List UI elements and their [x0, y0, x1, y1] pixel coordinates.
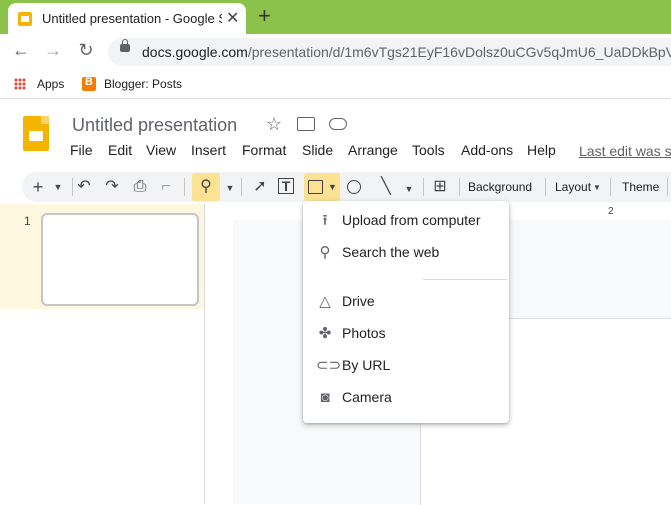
select-cursor-icon[interactable]: ➚ — [250, 178, 270, 196]
line-dropdown-icon[interactable]: ▼ — [399, 180, 419, 198]
text-box-icon[interactable]: T — [278, 178, 294, 194]
back-button[interactable]: ← — [9, 40, 33, 61]
menu-slide[interactable]: Slide — [302, 142, 333, 158]
link-icon: ⊂⊃ — [316, 357, 342, 374]
menu-tools[interactable]: Tools — [412, 142, 445, 158]
tab-close-icon[interactable]: ✕ — [226, 8, 239, 28]
menu-file[interactable]: File — [70, 142, 93, 158]
menu-item-label: Search the web — [342, 244, 440, 260]
move-folder-icon[interactable] — [297, 117, 315, 131]
menu-item-camera[interactable]: ◙ Camera — [303, 383, 509, 415]
bookmark-apps[interactable]: Apps — [37, 77, 64, 91]
theme-button[interactable]: Theme — [622, 180, 659, 194]
undo-icon[interactable]: ↶ — [74, 178, 94, 196]
menu-addons[interactable]: Add-ons — [461, 142, 513, 158]
forward-button[interactable]: → — [41, 40, 65, 61]
menu-item-upload[interactable]: ⭱ Upload from computer — [303, 206, 509, 238]
menu-view[interactable]: View — [146, 142, 176, 158]
browser-tab[interactable]: Untitled presentation - Google Sl ✕ — [8, 3, 246, 34]
toolbar-divider — [184, 178, 185, 196]
slide-number: 1 — [24, 214, 31, 228]
toolbar-divider — [459, 178, 460, 196]
background-button[interactable]: Background — [468, 180, 532, 194]
print-icon[interactable]: ⎙ — [130, 178, 150, 196]
slide-thumbnail[interactable] — [41, 213, 199, 306]
menu-item-label: Camera — [342, 389, 392, 405]
reload-button[interactable]: ↻ — [74, 40, 98, 61]
new-slide-icon[interactable]: + — [28, 178, 48, 196]
toolbar-divider — [241, 178, 242, 196]
search-icon: ⚲ — [319, 244, 331, 261]
tab-title: Untitled presentation - Google Sl — [42, 11, 222, 26]
bookmark-blogger[interactable]: Blogger: Posts — [104, 77, 182, 91]
toolbar-divider — [667, 178, 668, 196]
menu-item-by-url[interactable]: ⊂⊃ By URL — [303, 351, 509, 383]
layout-dropdown-icon[interactable]: ▼ — [593, 183, 601, 192]
toolbar-divider — [545, 178, 546, 196]
slides-favicon-icon — [18, 12, 32, 26]
menu-item-label: Drive — [342, 293, 375, 309]
lock-icon — [120, 39, 130, 52]
paint-format-icon[interactable]: ⌐ — [156, 178, 176, 196]
menu-item-label: Photos — [342, 325, 386, 341]
zoom-button[interactable]: ⚲ — [192, 173, 220, 201]
drive-icon: △ — [319, 293, 331, 310]
menu-insert[interactable]: Insert — [191, 142, 226, 158]
blogger-icon: B — [82, 76, 96, 91]
menu-divider — [423, 279, 507, 280]
cloud-status-icon[interactable] — [329, 118, 347, 130]
add-comment-icon[interactable]: ⊞ — [430, 178, 450, 196]
camera-icon: ◙ — [320, 389, 330, 406]
menu-edit[interactable]: Edit — [108, 142, 132, 158]
menu-item-photos[interactable]: ✤ Photos — [303, 319, 509, 351]
image-icon — [308, 180, 323, 194]
photos-icon: ✤ — [318, 325, 332, 342]
new-slide-dropdown-icon[interactable]: ▼ — [48, 178, 68, 196]
upload-icon: ⭱ — [322, 212, 328, 229]
menu-item-label: By URL — [342, 357, 391, 373]
insert-image-menu: ⭱ Upload from computer ⚲ Search the web … — [303, 201, 509, 423]
apps-grid-icon[interactable] — [14, 78, 26, 90]
toolbar-divider — [72, 178, 73, 196]
url-text: docs.google.com/presentation/d/1m6vTgs21… — [142, 44, 671, 60]
insert-image-button[interactable]: ▼ — [304, 173, 340, 201]
vertical-ruler — [220, 204, 234, 504]
zoom-icon: ⚲ — [200, 178, 212, 195]
menu-item-label: Upload from computer — [342, 212, 481, 228]
star-icon[interactable]: ☆ — [266, 114, 282, 135]
zoom-dropdown-icon[interactable]: ▼ — [220, 179, 240, 197]
menu-help[interactable]: Help — [527, 142, 556, 158]
toolbar-divider — [423, 178, 424, 196]
menu-format[interactable]: Format — [242, 142, 286, 158]
image-dropdown-icon: ▼ — [328, 182, 337, 192]
shape-icon[interactable] — [347, 180, 361, 194]
last-edit-link[interactable]: Last edit was s — [579, 143, 671, 159]
new-tab-button[interactable]: + — [258, 4, 271, 28]
menu-item-drive[interactable]: △ Drive — [303, 287, 509, 319]
bookmarks-bar — [0, 70, 671, 99]
redo-icon[interactable]: ↷ — [102, 178, 122, 196]
line-icon[interactable]: ╲ — [376, 178, 396, 196]
ruler-mark: 2 — [608, 206, 614, 217]
document-title[interactable]: Untitled presentation — [72, 115, 237, 136]
toolbar-divider — [610, 178, 611, 196]
address-bar[interactable]: docs.google.com/presentation/d/1m6vTgs21… — [108, 38, 671, 66]
menu-item-search-web[interactable]: ⚲ Search the web — [303, 238, 509, 270]
menu-arrange[interactable]: Arrange — [348, 142, 398, 158]
layout-button[interactable]: Layout — [555, 180, 591, 194]
slides-logo-icon[interactable] — [23, 116, 49, 151]
